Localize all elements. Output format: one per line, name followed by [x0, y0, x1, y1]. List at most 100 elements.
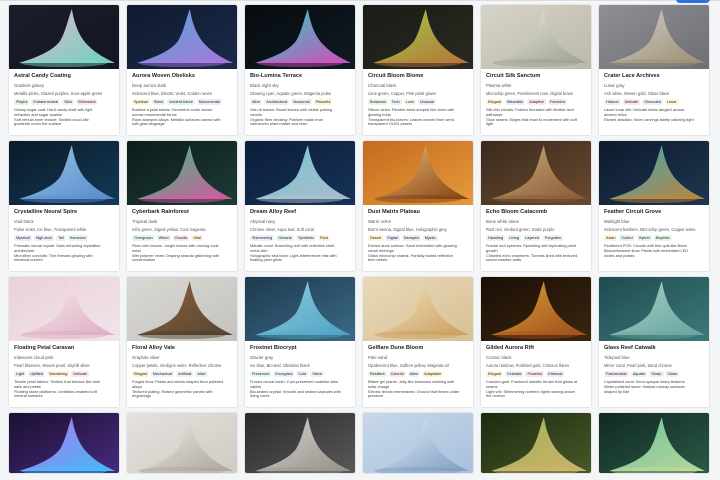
- card-tag[interactable]: Whimsical: [76, 99, 98, 105]
- card-tag[interactable]: Synthetic: [296, 235, 316, 241]
- card-tag[interactable]: Preserved: [250, 371, 272, 377]
- card-tag[interactable]: Chaotic: [172, 235, 190, 241]
- card-tag[interactable]: Slick: [62, 99, 75, 105]
- style-card[interactable]: Gelflare Dune Bloom Pale sand Opalescent b…: [362, 276, 474, 408]
- card-tag[interactable]: Uplifted: [28, 371, 46, 377]
- card-tag[interactable]: Feminine: [547, 99, 568, 105]
- card-tag[interactable]: Alive: [195, 371, 208, 377]
- card-tag[interactable]: Monumental: [196, 99, 222, 105]
- card-tag[interactable]: Lush: [403, 99, 416, 105]
- style-card[interactable]: Bio-Lumina Terrace Black night sky Glowing…: [244, 4, 356, 136]
- style-card[interactable]: Feather Circuit Grove Midnight blue Irides…: [598, 140, 710, 272]
- card-tag[interactable]: Clean: [665, 371, 680, 377]
- style-card[interactable]: Aurora Woven Obelisks Deep aurora dusk Iri…: [126, 4, 238, 136]
- card-tag[interactable]: Desert: [368, 235, 384, 241]
- card-tag[interactable]: Cold: [296, 371, 309, 377]
- card-tag[interactable]: Digital: [385, 235, 400, 241]
- card-tag[interactable]: Overgrown: [132, 235, 155, 241]
- card-tag[interactable]: Wandering: [47, 371, 70, 377]
- card-tag[interactable]: Haunting: [486, 235, 506, 241]
- card-tag[interactable]: Powerful: [525, 371, 545, 377]
- card-tag[interactable]: Coded: [619, 235, 635, 241]
- card-palette: Copper petals, Verdigris veins, Reflecti…: [132, 363, 222, 368]
- card-tag[interactable]: Architectural: [264, 99, 290, 105]
- card-tag[interactable]: Celestial: [504, 371, 524, 377]
- card-tag[interactable]: Light: [14, 371, 27, 377]
- card-tag[interactable]: High-tech: [33, 235, 54, 241]
- card-tag[interactable]: Peaceful: [313, 99, 333, 105]
- top-divider: [0, 0, 720, 1]
- card-tag[interactable]: Extraterrestrial: [31, 99, 61, 105]
- card-tag[interactable]: Decayed: [401, 235, 421, 241]
- card-tag[interactable]: Elegant: [486, 99, 503, 105]
- card-tag[interactable]: Mechanical: [150, 371, 175, 377]
- style-card[interactable]: [480, 412, 592, 474]
- card-tag[interactable]: Shimmering: [250, 235, 275, 241]
- card-tag[interactable]: Silent: [151, 99, 166, 105]
- style-card[interactable]: Floral Alloy Vale Graphite silver Copper p…: [126, 276, 238, 408]
- card-tag[interactable]: Alive: [250, 99, 263, 105]
- card-tag[interactable]: Wired: [156, 235, 171, 241]
- style-card[interactable]: [8, 412, 120, 474]
- card-tag[interactable]: Tall: [55, 235, 66, 241]
- card-tag[interactable]: Layered: [523, 235, 541, 241]
- card-tag[interactable]: Silent: [310, 371, 324, 377]
- card-tag[interactable]: Lunar: [664, 99, 679, 105]
- card-tag[interactable]: Mystical: [14, 235, 32, 241]
- style-card[interactable]: Floating Petal Caravan Iridescent cloud-p…: [8, 276, 120, 408]
- style-card[interactable]: [126, 412, 238, 474]
- style-card[interactable]: [362, 412, 474, 474]
- card-tag[interactable]: Shrouded: [642, 99, 663, 105]
- card-tag[interactable]: Botanical: [368, 99, 388, 105]
- card-tag[interactable]: Adaptable: [422, 371, 444, 377]
- style-card[interactable]: [244, 412, 356, 474]
- style-card[interactable]: Dream Alloy Reef Abyssal navy Chrome silve…: [244, 140, 356, 272]
- style-card[interactable]: Dust Matrix Plateau Warm ochre Burnt sienn…: [362, 140, 474, 272]
- card-tag[interactable]: Avian: [604, 235, 618, 241]
- style-card[interactable]: Circuit Bloom Biome Charcoal black Lime gr…: [362, 4, 474, 136]
- style-card[interactable]: [598, 412, 710, 474]
- style-card[interactable]: Glass Reef Catwalk Tidepool blue Mirror co…: [598, 276, 710, 408]
- style-card[interactable]: Cyberbark Rainforest Tropical dusk Infra g…: [126, 140, 238, 272]
- card-tag[interactable]: Ethereal: [546, 371, 565, 377]
- card-tag[interactable]: Ancient-future: [167, 99, 195, 105]
- card-tag[interactable]: Playful: [14, 99, 30, 105]
- card-tag[interactable]: Delicate: [622, 99, 641, 105]
- style-card[interactable]: Echo Bloom Catacomb Bone white stone Rust …: [480, 140, 592, 272]
- card-tag[interactable]: Unusual: [417, 99, 436, 105]
- card-tag[interactable]: Encrypted: [273, 371, 295, 377]
- style-card[interactable]: Astral Candy Coating Gradient galaxy Metal…: [8, 4, 120, 136]
- card-tag[interactable]: Nocturnal: [291, 99, 312, 105]
- style-card[interactable]: Circuit Silk Sanctum Plasma white Microchi…: [480, 4, 592, 136]
- card-tag[interactable]: Elegant: [132, 371, 149, 377]
- card-tag[interactable]: Living: [507, 235, 522, 241]
- card-tag[interactable]: Vital: [191, 235, 203, 241]
- card-tag[interactable]: Oceanic: [276, 235, 295, 241]
- card-tag[interactable]: Sharp: [649, 371, 664, 377]
- card-title: Glass Reef Catwalk: [604, 345, 656, 351]
- card-tag[interactable]: Resilient: [368, 371, 387, 377]
- style-card[interactable]: Crystalline Neural Spire Void black Pulse …: [8, 140, 120, 272]
- card-tag[interactable]: Biophilic: [653, 235, 672, 241]
- card-tag[interactable]: Artificial: [176, 371, 194, 377]
- card-tag[interactable]: Spiritual: [132, 99, 150, 105]
- card-tag[interactable]: Tech: [389, 99, 402, 105]
- card-tag[interactable]: Colorful: [388, 371, 406, 377]
- top-action-button[interactable]: [676, 0, 710, 3]
- card-tag[interactable]: Wearable: [504, 99, 526, 105]
- card-tag[interactable]: Aquatic: [630, 371, 648, 377]
- card-tag[interactable]: Alien: [407, 371, 421, 377]
- card-tag[interactable]: Adaptive: [527, 99, 546, 105]
- card-tag[interactable]: Fluid: [317, 235, 331, 241]
- card-tag[interactable]: Delicate: [71, 371, 90, 377]
- style-card[interactable]: Gilded Aurora Rift Cosmic black Aurora rai…: [480, 276, 592, 408]
- style-card[interactable]: Crater Lace Archives Lunar gray Ash white,…: [598, 4, 710, 136]
- card-tag[interactable]: Mystic: [422, 235, 438, 241]
- card-tag[interactable]: Harmonic: [67, 235, 88, 241]
- style-card[interactable]: Frostnet Biocrypt Glacier gray Ice blue, B…: [244, 276, 356, 408]
- card-tag[interactable]: Fashionable: [604, 371, 629, 377]
- card-tag[interactable]: Historic: [604, 99, 621, 105]
- card-tag[interactable]: Forgotten: [542, 235, 564, 241]
- card-tag[interactable]: Hybrid: [636, 235, 652, 241]
- card-tag[interactable]: Elegant: [486, 371, 503, 377]
